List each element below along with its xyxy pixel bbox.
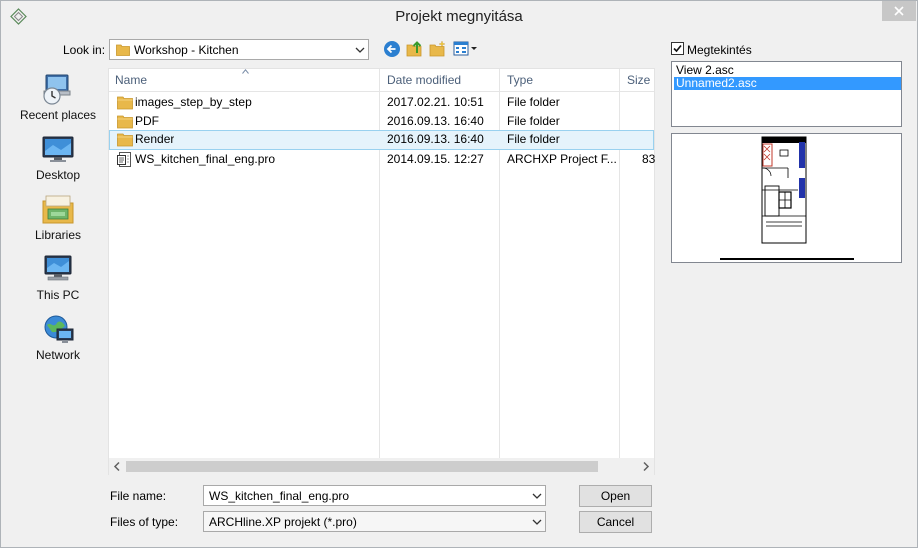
- place-libraries[interactable]: Libraries: [9, 187, 107, 245]
- file-type: ARCHXP Project F...: [507, 152, 617, 166]
- back-button[interactable]: [383, 40, 403, 60]
- up-folder-button[interactable]: [406, 40, 426, 60]
- place-desktop[interactable]: Desktop: [9, 127, 107, 185]
- file-type: File folder: [507, 95, 560, 109]
- this-pc-icon: [41, 253, 75, 285]
- file-row-selected[interactable]: Render 2016.09.13. 16:40 File folder: [109, 130, 654, 150]
- lookin-label: Look in:: [63, 43, 106, 57]
- checkmark-icon: [673, 44, 682, 53]
- place-label: Libraries: [34, 228, 82, 242]
- places-bar: Recent places Desktop Libraries This PC …: [9, 67, 107, 367]
- place-this-pc[interactable]: This PC: [9, 247, 107, 305]
- file-row[interactable]: images_step_by_step 2017.02.21. 10:51 Fi…: [109, 93, 654, 112]
- column-header-name[interactable]: Name: [115, 73, 147, 87]
- libraries-icon: [41, 193, 75, 225]
- new-folder-icon: [429, 40, 446, 57]
- lookin-value: Workshop - Kitchen: [134, 43, 239, 57]
- window-title: Projekt megnyitása: [395, 8, 523, 25]
- file-type: File folder: [507, 132, 560, 146]
- file-date: 2017.02.21. 10:51: [387, 95, 484, 109]
- open-button[interactable]: Open: [579, 485, 652, 507]
- file-row[interactable]: PDF 2016.09.13. 16:40 File folder: [109, 112, 654, 131]
- close-icon: [894, 6, 904, 16]
- file-name: images_step_by_step: [135, 95, 252, 109]
- title-bar: Projekt megnyitása: [1, 1, 917, 31]
- view-list-item-selected[interactable]: Unnamed2.asc: [674, 77, 901, 90]
- place-label: This PC: [36, 288, 80, 302]
- place-label: Desktop: [35, 168, 81, 182]
- sort-ascending-icon: [242, 69, 249, 74]
- new-folder-button[interactable]: [429, 40, 449, 60]
- chevron-down-icon[interactable]: [532, 490, 542, 500]
- project-file-icon: [117, 152, 133, 167]
- close-button[interactable]: [882, 1, 916, 21]
- cancel-button[interactable]: Cancel: [579, 511, 652, 533]
- file-name: Render: [135, 132, 175, 146]
- file-date: 2016.09.13. 16:40: [387, 114, 484, 128]
- place-recent-places[interactable]: Recent places: [9, 67, 107, 125]
- network-icon: [41, 313, 75, 345]
- file-name: WS_kitchen_final_eng.pro: [135, 152, 276, 166]
- file-date: 2014.09.15. 12:27: [387, 152, 484, 166]
- view-menu-button[interactable]: [453, 40, 479, 60]
- file-row[interactable]: WS_kitchen_final_eng.pro 2014.09.15. 12:…: [109, 150, 656, 169]
- folder-icon: [117, 114, 133, 129]
- recent-places-icon: [41, 73, 75, 105]
- file-date: 2016.09.13. 16:40: [387, 132, 484, 146]
- filename-value: WS_kitchen_final_eng.pro: [209, 489, 350, 503]
- column-header-type[interactable]: Type: [507, 73, 533, 87]
- scroll-right-icon[interactable]: [641, 461, 651, 475]
- file-name: PDF: [135, 114, 159, 128]
- up-folder-icon: [406, 41, 422, 57]
- place-label: Network: [35, 348, 80, 362]
- view-list[interactable]: View 2.asc Unnamed2.asc: [671, 61, 902, 127]
- filename-combo[interactable]: WS_kitchen_final_eng.pro: [203, 485, 546, 506]
- file-list[interactable]: Name Date modified Type Size images_step…: [108, 68, 655, 475]
- view-grid-icon: [453, 41, 477, 56]
- desktop-icon: [41, 133, 75, 165]
- filetype-label: Files of type:: [110, 515, 179, 529]
- lookin-combo[interactable]: Workshop - Kitchen: [109, 39, 369, 60]
- preview-checkbox[interactable]: [671, 42, 684, 55]
- folder-icon: [117, 132, 133, 147]
- file-list-header: Name Date modified Type Size: [109, 69, 654, 92]
- folder-icon: [116, 43, 130, 59]
- column-header-date-modified[interactable]: Date modified: [387, 73, 461, 87]
- preview-image: [671, 133, 902, 263]
- horizontal-scrollbar[interactable]: [109, 458, 654, 475]
- place-label: Recent places: [19, 108, 97, 122]
- file-size: 83: [642, 152, 656, 166]
- place-network[interactable]: Network: [9, 307, 107, 365]
- filename-label: File name:: [110, 489, 167, 503]
- open-project-dialog: Projekt megnyitása Look in: Workshop - K…: [0, 0, 918, 548]
- floor-plan-preview: [720, 136, 854, 260]
- filetype-value: ARCHline.XP projekt (*.pro): [209, 515, 357, 529]
- preview-checkbox-label[interactable]: Megtekintés: [687, 43, 752, 57]
- filetype-combo[interactable]: ARCHline.XP projekt (*.pro): [203, 511, 546, 532]
- folder-icon: [117, 95, 133, 110]
- scroll-left-icon[interactable]: [112, 461, 122, 475]
- chevron-down-icon: [355, 44, 365, 54]
- chevron-down-icon[interactable]: [532, 516, 542, 526]
- scrollbar-thumb[interactable]: [126, 461, 598, 472]
- back-arrow-icon: [384, 41, 400, 57]
- column-header-size[interactable]: Size: [627, 73, 650, 87]
- file-type: File folder: [507, 114, 560, 128]
